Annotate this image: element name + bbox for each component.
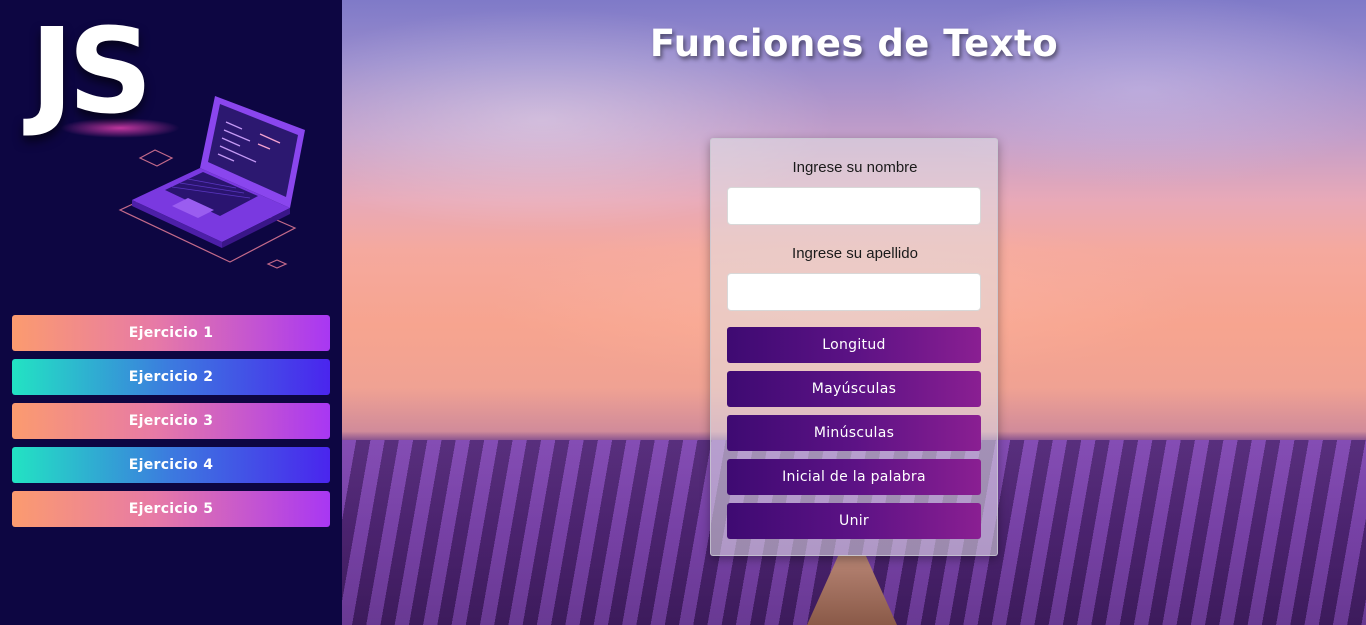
- join-button[interactable]: Unir: [727, 503, 981, 539]
- lastname-input[interactable]: [727, 273, 981, 311]
- length-button[interactable]: Longitud: [727, 327, 981, 363]
- exercise-4-button[interactable]: Ejercicio 4: [12, 447, 330, 483]
- name-label: Ingrese su nombre: [792, 159, 918, 176]
- name-input[interactable]: [727, 187, 981, 225]
- laptop-icon: [118, 96, 305, 269]
- js-logo: JS: [0, 0, 342, 300]
- lowercase-button[interactable]: Minúsculas: [727, 415, 981, 451]
- exercise-3-button[interactable]: Ejercicio 3: [12, 403, 330, 439]
- exercise-5-button[interactable]: Ejercicio 5: [12, 491, 330, 527]
- text-functions-form: Ingrese su nombre Ingrese su apellido Lo…: [710, 138, 998, 556]
- initial-button[interactable]: Inicial de la palabra: [727, 459, 981, 495]
- sidebar: JS Ejercicio 1 Ejercicio 2 Ejercicio 3 E…: [0, 0, 342, 625]
- lastname-label: Ingrese su apellido: [792, 245, 918, 262]
- uppercase-button[interactable]: Mayúsculas: [727, 371, 981, 407]
- exercise-nav: Ejercicio 1 Ejercicio 2 Ejercicio 3 Ejer…: [12, 315, 330, 535]
- main-content: Funciones de Texto Ingrese su nombre Ing…: [342, 0, 1366, 625]
- page-title: Funciones de Texto: [649, 22, 1059, 65]
- exercise-2-button[interactable]: Ejercicio 2: [12, 359, 330, 395]
- exercise-1-button[interactable]: Ejercicio 1: [12, 315, 330, 351]
